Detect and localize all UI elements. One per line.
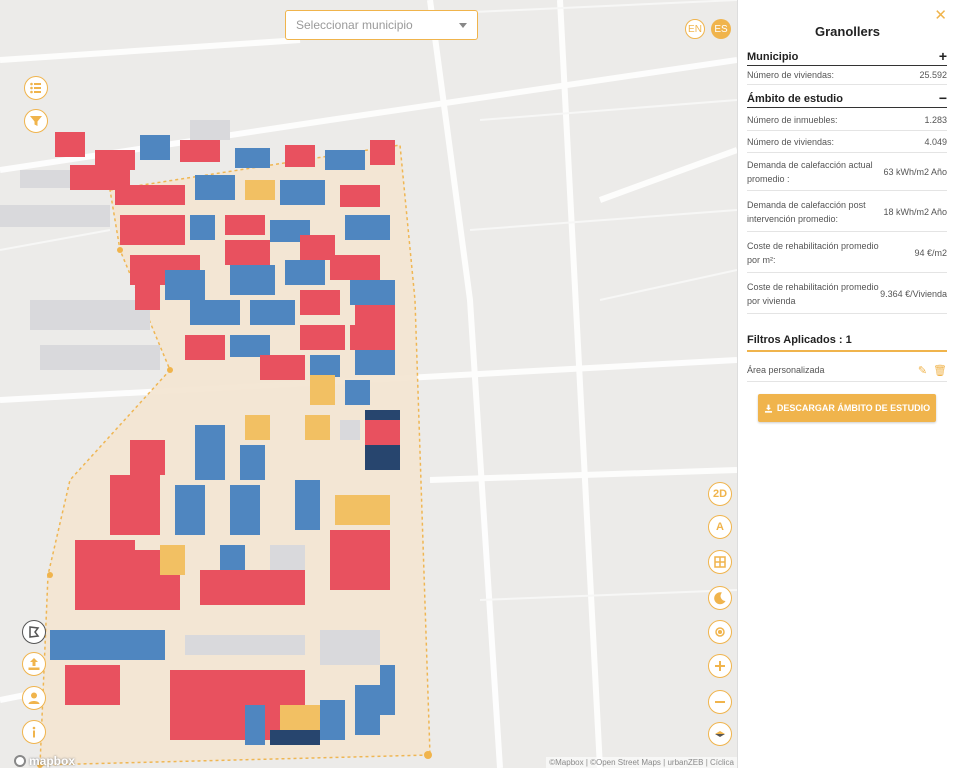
ambito-row: Demanda de calefacción actual promedio :… <box>747 153 947 191</box>
collapse-icon[interactable]: − <box>939 91 947 105</box>
close-icon[interactable]: ✕ <box>934 6 947 24</box>
compass-button[interactable] <box>708 722 732 746</box>
moon-icon <box>714 592 726 605</box>
info-button[interactable] <box>22 720 46 744</box>
ambito-heading: Ámbito de estudio <box>747 93 843 105</box>
row-label: Número de viviendas: <box>747 136 835 147</box>
municipio-heading: Municipio <box>747 51 799 63</box>
row-label: Demanda de calefacción actual promedio : <box>747 159 873 184</box>
mapbox-mark-icon <box>14 755 26 767</box>
download-icon <box>764 404 772 413</box>
upload-icon <box>28 658 40 670</box>
crosshair-icon <box>715 627 725 637</box>
filter-button[interactable] <box>24 109 48 133</box>
mapbox-logo[interactable]: mapbox <box>14 754 75 768</box>
list-icon <box>30 82 41 94</box>
draw-polygon-button[interactable] <box>22 620 46 644</box>
row-value: 18 kWh/m2 Año <box>883 206 947 217</box>
toggle-2d-button[interactable]: 2D <box>708 482 732 506</box>
labels-letter: A <box>716 521 724 533</box>
user-button[interactable] <box>22 686 46 710</box>
pencil-icon[interactable]: ✎ <box>918 364 927 377</box>
grid-button[interactable] <box>708 550 732 574</box>
ambito-row: Número de viviendas: 4.049 <box>747 131 947 153</box>
row-value: 1.283 <box>924 114 947 125</box>
row-label: Número de inmuebles: <box>747 114 838 125</box>
legend-button[interactable] <box>24 76 48 100</box>
row-value: 9.364 €/Vivienda <box>880 288 947 299</box>
map-basemap <box>0 0 737 768</box>
filters-heading: Filtros Aplicados : 1 <box>747 334 947 352</box>
compass-icon <box>715 731 725 737</box>
ambito-row: Coste de rehabilitación promedio por m²:… <box>747 233 947 273</box>
ambito-row: Demanda de calefacción post intervención… <box>747 192 947 232</box>
row-label: Coste de rehabilitación promedio por m²: <box>747 240 879 265</box>
user-icon <box>28 692 40 704</box>
municipality-select[interactable]: Seleccionar municipio <box>285 10 478 40</box>
lang-en-button[interactable]: EN <box>685 19 705 39</box>
row-value: 4.049 <box>924 136 947 147</box>
mapbox-logo-text: mapbox <box>29 754 76 768</box>
locate-button[interactable] <box>708 620 732 644</box>
chevron-down-icon <box>459 22 467 28</box>
night-mode-button[interactable] <box>708 586 732 610</box>
zoom-in-button[interactable] <box>708 654 732 678</box>
panel-title: Granollers <box>814 24 881 39</box>
map-canvas[interactable]: Seleccionar municipio EN ES 2D A mapbox … <box>0 0 737 768</box>
lang-es-button[interactable]: ES <box>711 19 731 39</box>
info-panel: ✕ Granollers Municipio + Número de vivie… <box>737 0 957 768</box>
minus-icon <box>715 701 725 703</box>
ambito-row: Coste de rehabilitación promedio por viv… <box>747 274 947 314</box>
download-label: DESCARGAR ÁMBITO DE ESTUDIO <box>776 403 931 413</box>
ambito-section-header[interactable]: Ámbito de estudio − <box>747 91 947 108</box>
municipio-section-header[interactable]: Municipio + <box>747 49 947 66</box>
row-label: Coste de rehabilitación promedio por viv… <box>747 281 879 306</box>
row-label: Número de viviendas: <box>747 69 835 80</box>
info-icon <box>32 726 36 738</box>
filter-item-label: Área personalizada <box>747 365 825 375</box>
upload-button[interactable] <box>22 652 46 676</box>
plus-icon <box>715 661 725 671</box>
toggle-2d-label: 2D <box>712 488 728 500</box>
row-label: Demanda de calefacción post intervención… <box>747 199 866 224</box>
polygon-icon <box>29 626 40 638</box>
funnel-icon <box>30 116 42 126</box>
municipio-row: Número de viviendas: 25.592 <box>747 65 947 85</box>
trash-icon[interactable]: 🗑 <box>933 364 947 377</box>
row-value: 63 kWh/m2 Año <box>883 166 947 177</box>
municipality-select-placeholder: Seleccionar municipio <box>296 18 413 32</box>
grid-icon <box>714 556 726 568</box>
row-value: 25.592 <box>919 69 947 80</box>
expand-icon[interactable]: + <box>939 49 947 63</box>
map-attribution[interactable]: ©Mapbox | ©Open Street Maps | urbanZEB |… <box>546 757 737 768</box>
filter-item: Área personalizada ✎ 🗑 <box>747 359 947 382</box>
ambito-row: Número de inmuebles: 1.283 <box>747 109 947 131</box>
zoom-out-button[interactable] <box>708 690 732 714</box>
download-study-area-button[interactable]: DESCARGAR ÁMBITO DE ESTUDIO <box>758 394 936 422</box>
labels-button[interactable]: A <box>708 515 732 539</box>
row-value: 94 €/m2 <box>914 247 947 258</box>
